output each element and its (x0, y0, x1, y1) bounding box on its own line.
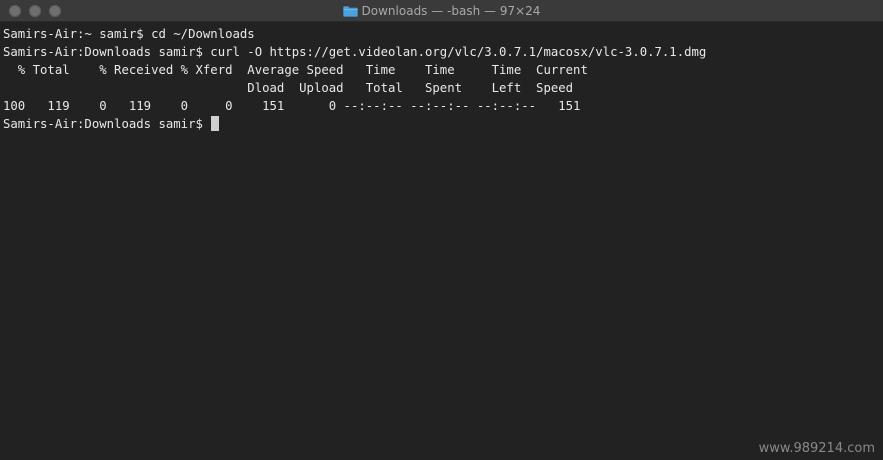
minimize-button[interactable] (29, 5, 41, 17)
terminal-line: Samirs-Air:Downloads samir$ curl -O http… (3, 45, 707, 59)
terminal-line: Samirs-Air:~ samir$ cd ~/Downloads (3, 27, 255, 41)
terminal-line: % Total % Received % Xferd Average Speed… (3, 63, 588, 77)
zoom-button[interactable] (49, 5, 61, 17)
terminal-line: 100 119 0 119 0 0 151 0 --:--:-- --:--:-… (3, 99, 581, 113)
title-bar: Downloads — -bash — 97×24 (0, 0, 883, 22)
folder-icon (342, 5, 358, 17)
close-button[interactable] (9, 5, 21, 17)
watermark: www.989214.com (758, 441, 875, 456)
terminal-line: Dload Upload Total Spent Left Speed (3, 81, 574, 95)
terminal-output[interactable]: Samirs-Air:~ samir$ cd ~/Downloads Samir… (0, 24, 883, 460)
terminal-window: Downloads — -bash — 97×24 Samirs-Air:~ s… (0, 0, 883, 460)
prompt-line[interactable]: Samirs-Air:Downloads samir$ (3, 115, 883, 133)
text-cursor (211, 116, 220, 131)
window-title-text: Downloads — -bash — 97×24 (361, 4, 541, 18)
prompt-text: Samirs-Air:Downloads samir$ (3, 117, 211, 131)
window-title: Downloads — -bash — 97×24 (0, 0, 883, 22)
